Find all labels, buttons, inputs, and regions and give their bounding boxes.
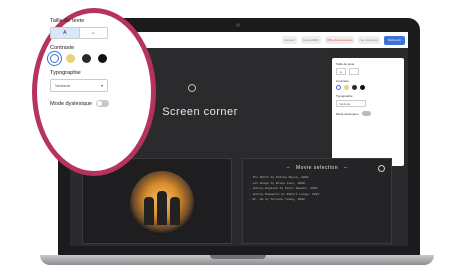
contrast-black-option[interactable]: [98, 54, 107, 63]
typography-label: Typographie: [336, 94, 353, 98]
dyslexic-mode-toggle[interactable]: [361, 111, 371, 116]
movie-selection-heading: – Movie selection –: [249, 165, 385, 171]
font-select-value: Verdana: [55, 83, 70, 88]
product-shot: Contact Accessibility Offre de lancement…: [0, 0, 456, 271]
contrast-yellow-option[interactable]: [344, 85, 349, 90]
contrast-dark-option[interactable]: [82, 54, 91, 63]
movie-selection-title: Movie selection: [296, 165, 338, 171]
dyslexic-mode-label: Mode dyslexique: [336, 111, 359, 116]
contrast-label: Contraste: [50, 45, 75, 51]
poster-figure: [144, 197, 154, 225]
accessibility-panel-small: Taille de texte A Contraste Typographie …: [332, 58, 404, 166]
movie-poster-image: [130, 171, 194, 235]
font-select[interactable]: Verdana ▾: [50, 79, 108, 92]
text-size-small-button[interactable]: A: [51, 28, 80, 38]
text-size-label: Taille de texte: [336, 62, 355, 66]
hero-logo-icon: [188, 84, 196, 92]
dash-icon: –: [286, 165, 291, 171]
contrast-dark-option[interactable]: [352, 85, 357, 90]
movie-selection-card: – Movie selection – - The Ninth by Phili…: [242, 158, 392, 244]
dyslexic-mode-toggle[interactable]: [95, 100, 109, 107]
text-size-label: Taille de texte: [50, 18, 85, 24]
topbar-item[interactable]: Accessibility: [300, 36, 321, 44]
contrast-options: [47, 51, 138, 66]
contrast-label: Contraste: [336, 79, 350, 83]
chevron-down-icon: ▾: [100, 83, 103, 88]
webcam: [236, 23, 240, 27]
dyslexic-mode-row: Mode dyslexique: [50, 100, 138, 107]
text-size-large-button[interactable]: A: [80, 28, 108, 38]
text-size-large-button[interactable]: [349, 68, 359, 75]
laptop-notch: [210, 255, 266, 259]
topbar-item-login[interactable]: Se connecter: [358, 36, 381, 44]
list-item: - Dr. No by Terence Young, 1962: [249, 198, 305, 201]
typography-label: Typographie: [50, 70, 81, 76]
accessibility-panel: Taille de texte A A Contraste Typographi…: [47, 16, 140, 166]
text-size-control: A A: [50, 27, 108, 39]
magnified-accessibility-panel: Taille de texte A A Contraste Typographi…: [30, 0, 158, 176]
contrast-white-option[interactable]: [47, 51, 62, 66]
poster-figure: [157, 191, 167, 225]
poster-figure: [170, 197, 180, 225]
globe-icon[interactable]: [378, 165, 385, 172]
dyslexic-mode-label: Mode dyslexique: [50, 100, 92, 107]
dash-icon: –: [343, 165, 348, 171]
topbar-item-offer[interactable]: Offre de lancement: [325, 36, 355, 44]
text-size-small-button[interactable]: A: [336, 68, 346, 75]
discover-button[interactable]: Découvrir: [384, 35, 405, 45]
topbar-item[interactable]: Contact: [282, 36, 297, 44]
contrast-black-option[interactable]: [360, 85, 365, 90]
contrast-yellow-option[interactable]: [66, 54, 75, 63]
contrast-white-option[interactable]: [336, 85, 341, 90]
font-select[interactable]: Verdana: [336, 100, 366, 107]
